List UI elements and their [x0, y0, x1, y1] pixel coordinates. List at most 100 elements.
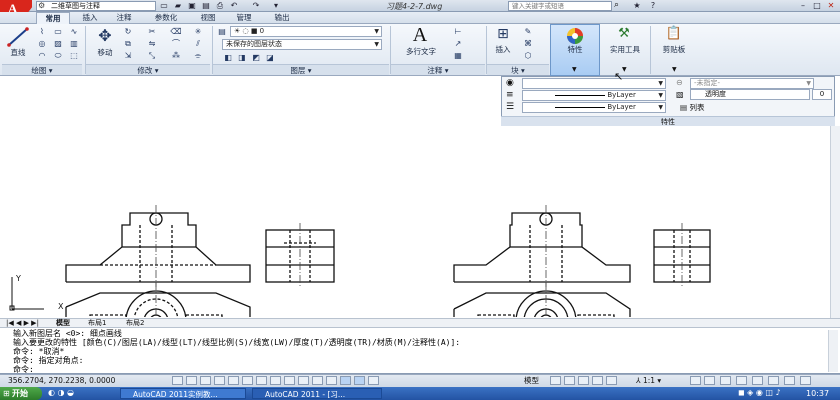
steering-wheel-icon[interactable] — [606, 376, 617, 385]
system-tray-icons[interactable]: ◼ ◈ ◉ ◫ ♪ — [738, 388, 781, 397]
tab-layout2[interactable]: 布局2 — [126, 318, 144, 328]
modify-panel-label[interactable]: 修改 ▾ — [86, 64, 210, 75]
annotation-scale[interactable]: ⅄ 1:1 ▾ — [636, 375, 661, 387]
tab-annotate[interactable]: 注释 — [108, 12, 140, 24]
layer-properties-icon[interactable]: ▤ — [216, 26, 228, 37]
create-block-icon[interactable]: ✎ — [522, 26, 534, 37]
workspace-dropdown[interactable]: 二维草图与注释 — [36, 1, 156, 11]
table-icon[interactable]: ▦ — [452, 50, 464, 61]
explode-icon[interactable]: ✳ — [192, 26, 204, 37]
layer-state-dropdown[interactable]: 未保存的图层状态 ▼ — [222, 39, 382, 50]
minimize-icon[interactable]: – — [796, 1, 810, 11]
plot-style-dropdown[interactable]: -未指定- ▼ — [690, 78, 814, 89]
utilities-icon[interactable]: ⚒ — [614, 26, 634, 44]
search-icon[interactable]: ⌕ — [614, 0, 619, 10]
trim-icon[interactable]: ✂ — [146, 26, 158, 37]
command-scrollbar[interactable] — [828, 330, 838, 372]
draw-panel-label[interactable]: 绘图 ▾ — [2, 64, 82, 75]
3d-osnap-toggle[interactable] — [256, 376, 267, 385]
tab-model[interactable]: 模型 — [56, 318, 70, 328]
list-button[interactable]: ▤ 列表 — [680, 102, 704, 113]
leader-icon[interactable]: ↗ — [452, 38, 464, 49]
insert-block-icon[interactable]: ⊞ — [490, 26, 516, 44]
spline-icon[interactable]: ∿ — [68, 26, 80, 37]
grid-toggle[interactable] — [200, 376, 211, 385]
text-a-icon[interactable]: A — [400, 24, 440, 46]
layers-panel-label[interactable]: 图层 ▾ — [213, 64, 389, 75]
clipboard-expand-icon[interactable]: ▼ — [672, 66, 677, 73]
otrack-toggle[interactable] — [270, 376, 281, 385]
infocenter-icon[interactable]: ★ — [630, 1, 644, 11]
gradient-icon[interactable]: ▥ — [68, 38, 80, 49]
undo-icon[interactable]: ↶ — [228, 1, 240, 11]
redo-icon[interactable]: ↷ — [250, 1, 262, 11]
open-folder-icon[interactable]: ▰ — [172, 1, 184, 11]
array-icon[interactable]: ⁂ — [170, 50, 182, 61]
ortho-toggle[interactable] — [214, 376, 225, 385]
lineweight-dropdown[interactable]: ByLayer ▼ — [522, 102, 666, 113]
linetype-dropdown[interactable]: ByLayer ▼ — [522, 90, 666, 101]
layer-tool-2-icon[interactable]: ◨ — [236, 52, 248, 63]
scale-icon[interactable]: ⤡ — [146, 50, 158, 61]
close-icon[interactable]: ✕ — [824, 1, 838, 11]
layer-tool-1-icon[interactable]: ◧ — [222, 52, 234, 63]
rectangle-icon[interactable]: ▭ — [52, 26, 64, 37]
quick-view-layouts-icon[interactable] — [550, 376, 561, 385]
auto-scale-icon[interactable] — [704, 376, 715, 385]
copy-icon[interactable]: ⧉ — [122, 38, 134, 49]
tab-parametric[interactable]: 参数化 — [146, 12, 186, 24]
erase-icon[interactable]: ⌫ — [170, 26, 182, 37]
transparency-slider[interactable]: 透明度 — [690, 89, 810, 100]
break-icon[interactable]: ⌯ — [192, 50, 204, 61]
tab-manage[interactable]: 管理 — [226, 12, 262, 24]
layer-dropdown[interactable]: ☀ ◌ ■ 0 ▼ — [230, 26, 382, 37]
block-panel-label[interactable]: 块 ▾ — [487, 64, 549, 75]
clean-screen-icon[interactable] — [800, 376, 811, 385]
clipboard-icon[interactable]: 📋 — [664, 26, 684, 44]
layout-nav-icons[interactable]: |◀ ◀ ▶ ▶| — [6, 318, 39, 328]
mirror-icon[interactable]: ⇋ — [146, 38, 158, 49]
layer-tool-4-icon[interactable]: ◪ — [264, 52, 276, 63]
region-icon[interactable]: ⬚ — [68, 50, 80, 61]
status-bar-menu-icon[interactable] — [784, 376, 795, 385]
color-dropdown[interactable]: ▼ — [522, 78, 666, 89]
ellipse-icon[interactable]: ⬭ — [52, 50, 64, 61]
transparency-toggle[interactable] — [326, 376, 337, 385]
annotation-monitor-toggle[interactable] — [368, 376, 379, 385]
offset-icon[interactable]: ⫽ — [192, 38, 204, 49]
vertical-scrollbar[interactable] — [830, 126, 840, 318]
save-as-icon[interactable]: ▤ — [200, 1, 212, 11]
circle-icon[interactable]: ◎ — [36, 38, 48, 49]
help-icon[interactable]: ? — [646, 1, 660, 11]
stretch-icon[interactable]: ⇲ — [122, 50, 134, 61]
lineweight-toggle[interactable] — [312, 376, 323, 385]
properties-expand-icon[interactable]: ▼ — [572, 66, 577, 73]
hatch-icon[interactable]: ▨ — [52, 38, 64, 49]
annotation-visibility-icon[interactable] — [690, 376, 701, 385]
move-icon[interactable]: ✥ — [92, 26, 118, 48]
model-space-label[interactable]: 模型 — [524, 375, 539, 387]
infer-constraints-toggle[interactable] — [172, 376, 183, 385]
pan-icon[interactable] — [578, 376, 589, 385]
hardware-acceleration-icon[interactable] — [752, 376, 763, 385]
snap-toggle[interactable] — [186, 376, 197, 385]
taskbar-task-document[interactable]: AutoCAD 2011实例教... — [120, 388, 246, 399]
polar-toggle[interactable] — [228, 376, 239, 385]
tab-output[interactable]: 输出 — [264, 12, 300, 24]
annotation-panel-label[interactable]: 注释 ▾ — [391, 64, 485, 75]
isolate-objects-icon[interactable] — [768, 376, 779, 385]
save-icon[interactable]: ▣ — [186, 1, 198, 11]
dyn-toggle[interactable] — [298, 376, 309, 385]
zoom-icon[interactable] — [592, 376, 603, 385]
quick-launch-icons[interactable]: ◐ ◑ ◒ — [48, 388, 74, 397]
command-prompt[interactable]: 命令: — [13, 365, 34, 374]
arc-icon[interactable]: ◠ — [36, 50, 48, 61]
quick-properties-toggle[interactable] — [340, 376, 351, 385]
edit-block-icon[interactable]: ⌘ — [522, 38, 534, 49]
osnap-toggle[interactable] — [242, 376, 253, 385]
block-attribute-icon[interactable]: ⬡ — [522, 50, 534, 61]
transparency-value[interactable]: 0 — [812, 89, 832, 100]
dimension-icon[interactable]: ⊢ — [452, 26, 464, 37]
rotate-icon[interactable]: ↻ — [122, 26, 134, 37]
workspace-switching-icon[interactable] — [720, 376, 731, 385]
